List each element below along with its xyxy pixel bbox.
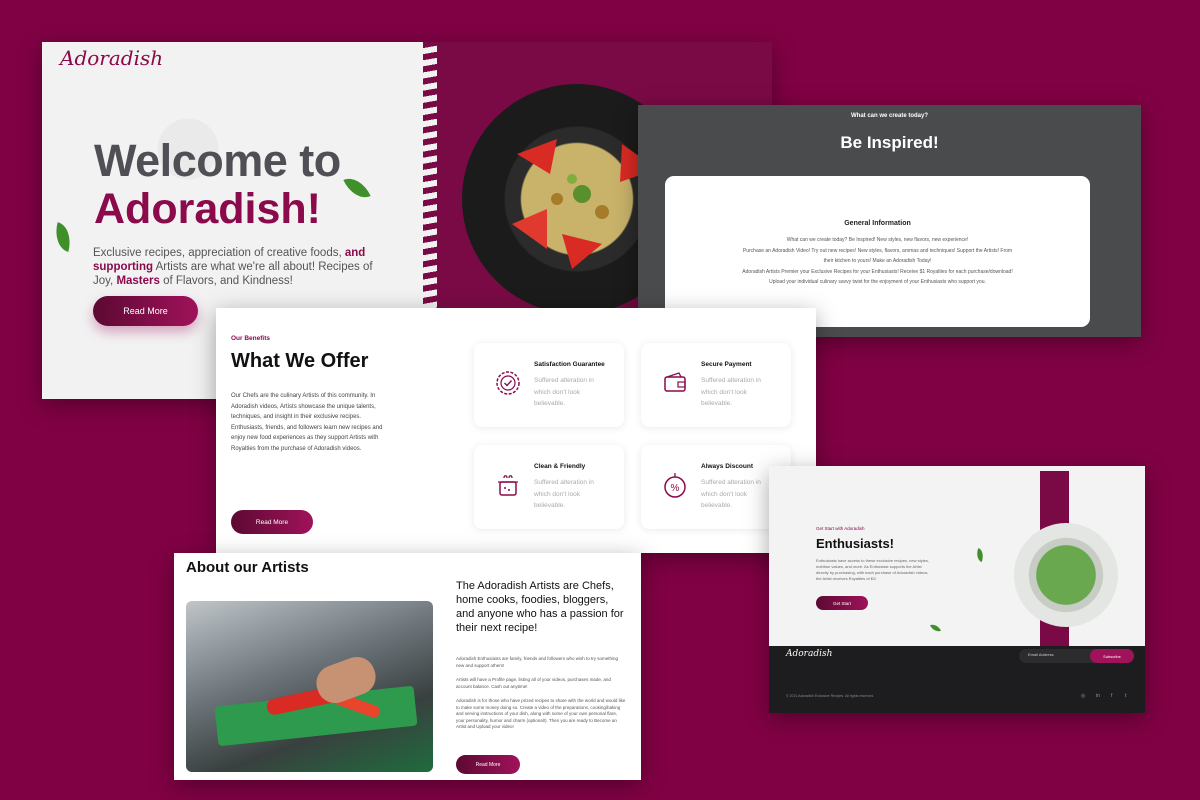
copyright-text: © 2021 Adoradish Exclusive Recipes. All … — [786, 694, 874, 698]
twitter-icon[interactable]: t — [1125, 693, 1126, 699]
artists-paragraph: Adoradish is for those who have prized r… — [456, 698, 626, 729]
artists-panel: About our Artists The Adoradish Artists … — [174, 553, 641, 780]
feature-title: Always Discount — [701, 463, 754, 470]
leaf-icon — [929, 621, 942, 635]
intro-text: Exclusive recipes, appreciation of creat… — [93, 247, 345, 259]
hero-intro: Exclusive recipes, appreciation of creat… — [93, 246, 393, 288]
enthusiasts-title: Enthusiasts! — [816, 536, 895, 551]
inspire-title: Be Inspired! — [840, 133, 939, 152]
feature-title: Clean & Friendly — [534, 463, 586, 470]
footer-logo[interactable]: Adoradish — [786, 649, 832, 659]
wallet-icon — [664, 372, 686, 392]
enthusiasts-eyebrow: Get Start with Adoradish — [816, 526, 865, 531]
enthusiasts-panel: Get Start with Adoradish Enthusiasts! En… — [769, 466, 1145, 713]
offer-read-more-button[interactable]: Read More — [231, 510, 313, 534]
artists-paragraph: Adoradish Enthusiasts are family, friend… — [456, 656, 618, 668]
hero-read-more-button[interactable]: Read More — [93, 296, 198, 326]
get-start-button[interactable]: Get Start — [816, 596, 868, 610]
svg-text:%: % — [671, 483, 680, 494]
hero-brand-name: Adoradish! — [94, 185, 321, 233]
brand-logo[interactable]: Adoradish — [60, 46, 163, 70]
artists-read-more-button[interactable]: Read More — [456, 755, 520, 774]
artists-lead: The Adoradish Artists are Chefs, home co… — [456, 580, 624, 634]
offer-title: What We Offer — [231, 350, 369, 372]
feature-card[interactable]: Clean & Friendly Suffered alteration in … — [474, 445, 624, 529]
intro-text: of Flavors, and Kindness! — [159, 275, 293, 287]
card-line: Upload your individual culinary savvy tw… — [769, 279, 986, 285]
intro-highlight: Masters — [116, 275, 160, 287]
offer-body: Our Chefs are the culinary Artists of th… — [231, 393, 383, 452]
discount-tag-icon: % — [664, 473, 686, 498]
cooking-pot-icon — [498, 475, 518, 496]
feature-title: Satisfaction Guarantee — [534, 361, 605, 368]
hero-heading: Welcome to — [94, 135, 341, 186]
facebook-icon[interactable]: f — [1111, 693, 1112, 699]
feature-card[interactable]: Secure Payment Suffered alteration in wh… — [641, 343, 791, 427]
artists-title: About our Artists — [186, 559, 309, 576]
inspire-subtitle: What can we create today? — [850, 113, 929, 119]
feature-desc: Suffered alteration in which don't look … — [701, 479, 761, 509]
card-body: What can we create today? Be Inspired! N… — [705, 235, 1050, 288]
card-line: What can we create today? Be Inspired! N… — [786, 237, 969, 243]
card-title: General Information — [844, 220, 911, 227]
instagram-icon[interactable]: ◎ — [1081, 693, 1085, 699]
salad-bowl-image — [1014, 523, 1118, 627]
offer-panel: Our Benefits What We Offer Our Chefs are… — [216, 308, 816, 553]
feature-title: Secure Payment — [701, 361, 752, 368]
feature-desc: Suffered alteration in which don't look … — [701, 377, 761, 407]
general-info-card: General Information What can we create t… — [665, 176, 1090, 327]
card-line: Adoradish Artists Premier your Exclusive… — [742, 268, 1013, 275]
linkedin-icon[interactable]: in — [1096, 693, 1100, 699]
email-placeholder: Email Address — [1028, 652, 1054, 657]
feature-desc: Suffered alteration in which don't look … — [534, 377, 594, 407]
chef-cooking-photo — [186, 601, 433, 772]
offer-eyebrow: Our Benefits — [231, 335, 271, 342]
card-line: Purchase an Adoradish Video! Try out new… — [742, 247, 1013, 254]
inspire-panel: What can we create today? Be Inspired! G… — [638, 105, 1141, 337]
badge-check-icon — [496, 371, 520, 395]
feature-card[interactable]: Satisfaction Guarantee Suffered alterati… — [474, 343, 624, 427]
subscribe-button[interactable]: Subscribe — [1090, 649, 1134, 663]
artists-paragraph: Artists will have a Profile page, listin… — [456, 677, 611, 689]
leaf-icon — [974, 547, 986, 563]
feature-desc: Suffered alteration in which don't look … — [534, 479, 594, 509]
site-footer: Adoradish Email Address Subscribe © 2021… — [769, 646, 1145, 713]
enthusiasts-body: Enthusiasts have access to these exclusi… — [816, 558, 929, 581]
card-line: their kitchen to yours! Make an Adoradis… — [823, 258, 932, 264]
